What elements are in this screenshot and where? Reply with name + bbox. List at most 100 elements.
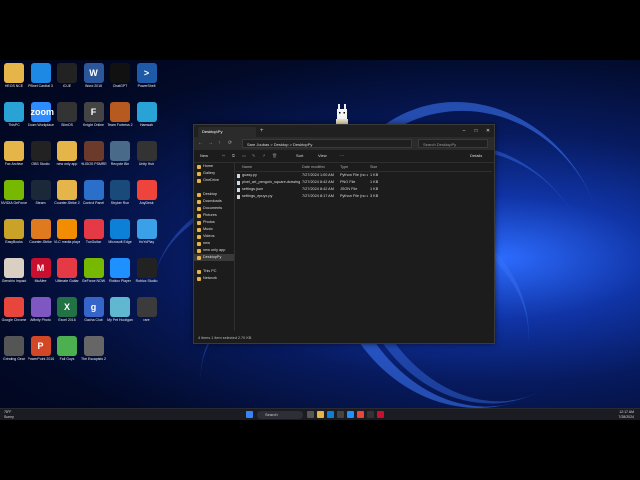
desktop-shortcut[interactable]: VLC media player: [54, 219, 80, 244]
desktop-shortcut[interactable]: rare: [134, 297, 160, 322]
back-icon[interactable]: ←: [198, 140, 203, 146]
nav-item[interactable]: Videos: [194, 233, 234, 240]
desktop-shortcut[interactable]: P PowerPoint 2016: [28, 336, 54, 361]
desktop-shortcut[interactable]: HoYoPlay: [134, 219, 160, 244]
nav-item[interactable]: OneDrive: [194, 177, 234, 184]
desktop-shortcut[interactable]: Google Chrome: [1, 297, 27, 322]
nav-item[interactable]: Documents: [194, 205, 234, 212]
desktop-shortcut[interactable]: HEOS NCE: [1, 63, 27, 88]
nav-item[interactable]: Network: [194, 275, 234, 282]
paste-icon[interactable]: ▭: [242, 152, 246, 160]
app-taskbar-icon[interactable]: [377, 411, 384, 418]
desktop-shortcut[interactable]: Counter-Strike 2: [54, 180, 80, 205]
desktop-shortcut[interactable]: Fall Guys: [54, 336, 80, 361]
cut-icon[interactable]: ✂: [222, 152, 225, 160]
desktop-shortcut[interactable]: g Gacha Club: [81, 297, 107, 322]
details-button[interactable]: Details: [470, 152, 482, 160]
nav-item[interactable]: Downloads: [194, 198, 234, 205]
desktop-shortcut[interactable]: ThisPC: [1, 102, 27, 127]
desktop-shortcut[interactable]: EasyBooks: [1, 219, 27, 244]
desktop-shortcut[interactable]: Counter-Strike: [28, 219, 54, 244]
desktop-shortcut[interactable]: NVIDIA GeForce: [1, 180, 27, 205]
desktop-shortcut[interactable]: The Escapists 2: [81, 336, 107, 361]
desktop-shortcut[interactable]: Affinity Photo: [28, 297, 54, 322]
desktop-shortcut[interactable]: Ultimate Guitar: [54, 258, 80, 283]
column-date[interactable]: Date modified: [302, 163, 325, 171]
file-row[interactable]: settings.json 7/27/2024 8:42 AM JSON File 1…: [236, 186, 492, 193]
desktop-shortcut[interactable]: My Pet Hooligan: [107, 297, 133, 322]
desktop-shortcut[interactable]: Stryker Run: [107, 180, 133, 205]
column-type[interactable]: Type: [340, 163, 348, 171]
file-explorer-window[interactable]: Desktop\Py + – □ ✕ ← → ↑ ⟳ Sam Joubas > …: [193, 124, 495, 344]
more-button[interactable]: ···: [340, 152, 344, 160]
share-icon[interactable]: ↗: [262, 152, 265, 160]
address-bar[interactable]: Sam Joubas > Desktop > DesktopPy: [242, 139, 412, 148]
taskbar-search[interactable]: Search: [257, 411, 303, 419]
app-taskbar-icon[interactable]: [367, 411, 374, 418]
edge-taskbar-icon[interactable]: [327, 411, 334, 418]
desktop-shortcut[interactable]: OBS Studio: [28, 141, 54, 166]
desktop-shortcut[interactable]: Microsoft Edge: [107, 219, 133, 244]
new-tab-icon[interactable]: +: [260, 127, 264, 136]
desktop-shortcut[interactable]: W Word 2016: [81, 63, 107, 88]
desktop-shortcut[interactable]: AnyDesk: [134, 180, 160, 205]
desktop-shortcut[interactable]: HLISOS PSMREG: [81, 141, 107, 166]
desktop-shortcut[interactable]: Control Panel: [81, 180, 107, 205]
nav-item[interactable]: new only app: [194, 247, 234, 254]
desktop-shortcut[interactable]: TuxGuitar: [81, 219, 107, 244]
desktop-shortcut[interactable]: iCUE: [54, 63, 80, 88]
chrome-taskbar-icon[interactable]: [357, 411, 364, 418]
desktop-shortcut[interactable]: Hamsah: [134, 102, 160, 127]
nav-item[interactable]: This PC: [194, 268, 234, 275]
copy-icon[interactable]: ⧉: [232, 152, 235, 160]
desktop-shortcut[interactable]: M McAfee: [28, 258, 54, 283]
nav-item[interactable]: Desktop: [194, 191, 234, 198]
delete-icon[interactable]: 🗑: [272, 152, 277, 160]
title-bar[interactable]: Desktop\Py + – □ ✕: [194, 125, 494, 137]
desktop-shortcut[interactable]: Grinding Gear: [1, 336, 27, 361]
search-input[interactable]: Search DesktopPy: [418, 139, 488, 148]
desktop-shortcut[interactable]: ChatGPT: [107, 63, 133, 88]
file-explorer-taskbar-icon[interactable]: [317, 411, 324, 418]
nav-item[interactable]: new: [194, 240, 234, 247]
desktop-shortcut[interactable]: Recycle Bin: [107, 141, 133, 166]
desktop-shortcut[interactable]: > PowerShell: [134, 63, 160, 88]
app-taskbar-icon[interactable]: [347, 411, 354, 418]
store-taskbar-icon[interactable]: [337, 411, 344, 418]
file-row[interactable]: guasy.py 7/27/2024 1:00 AM Python File (no…: [236, 172, 492, 179]
new-button[interactable]: New: [200, 152, 208, 160]
minimize-icon[interactable]: –: [458, 125, 470, 137]
forward-icon[interactable]: →: [208, 140, 213, 146]
nav-item[interactable]: Gallery: [194, 170, 234, 177]
file-row[interactable]: pixel_art_penguin_square-drawing.png7/27…: [236, 179, 492, 186]
close-icon[interactable]: ✕: [482, 125, 494, 137]
sort-button[interactable]: Sort: [296, 152, 303, 160]
desktop-shortcut[interactable]: Steam: [28, 180, 54, 205]
view-button[interactable]: View: [318, 152, 327, 160]
column-name[interactable]: Name: [242, 163, 252, 171]
desktop-shortcut[interactable]: Roblox Player: [107, 258, 133, 283]
task-view-icon[interactable]: [307, 411, 314, 418]
nav-item[interactable]: DesktopPy: [194, 254, 234, 261]
desktop-shortcut[interactable]: Fax Archive: [1, 141, 27, 166]
maximize-icon[interactable]: □: [470, 125, 482, 137]
desktop-shortcut[interactable]: Unity Hub: [134, 141, 160, 166]
desktop-shortcut[interactable]: GeForce NOW: [81, 258, 107, 283]
desktop-shortcut[interactable]: Team Fortress 2: [107, 102, 133, 127]
start-icon[interactable]: [246, 411, 253, 418]
file-row[interactable]: settings_epuyx.py 7/27/2024 8:17 AM Python…: [236, 193, 492, 200]
up-icon[interactable]: ↑: [218, 140, 221, 146]
nav-item[interactable]: Photos: [194, 219, 234, 226]
desktop-shortcut[interactable]: Genshin Impact: [1, 258, 27, 283]
desktop-shortcut[interactable]: new only app: [54, 141, 80, 166]
nav-item[interactable]: Pictures: [194, 212, 234, 219]
desktop-shortcut[interactable]: SlimOS: [54, 102, 80, 127]
desktop-shortcut[interactable]: zoom Zoom Workplace: [28, 102, 54, 127]
desktop-shortcut[interactable]: X Excel 2016: [54, 297, 80, 322]
column-size[interactable]: Size: [370, 163, 377, 171]
refresh-icon[interactable]: ⟳: [228, 140, 232, 146]
desktop-shortcut[interactable]: Roblox Studio: [134, 258, 160, 283]
desktop-shortcut[interactable]: PBnet Cardtal 3: [28, 63, 54, 88]
clock[interactable]: 12:17 AM 7/28/2024: [618, 410, 634, 420]
nav-item[interactable]: Home: [194, 163, 234, 170]
